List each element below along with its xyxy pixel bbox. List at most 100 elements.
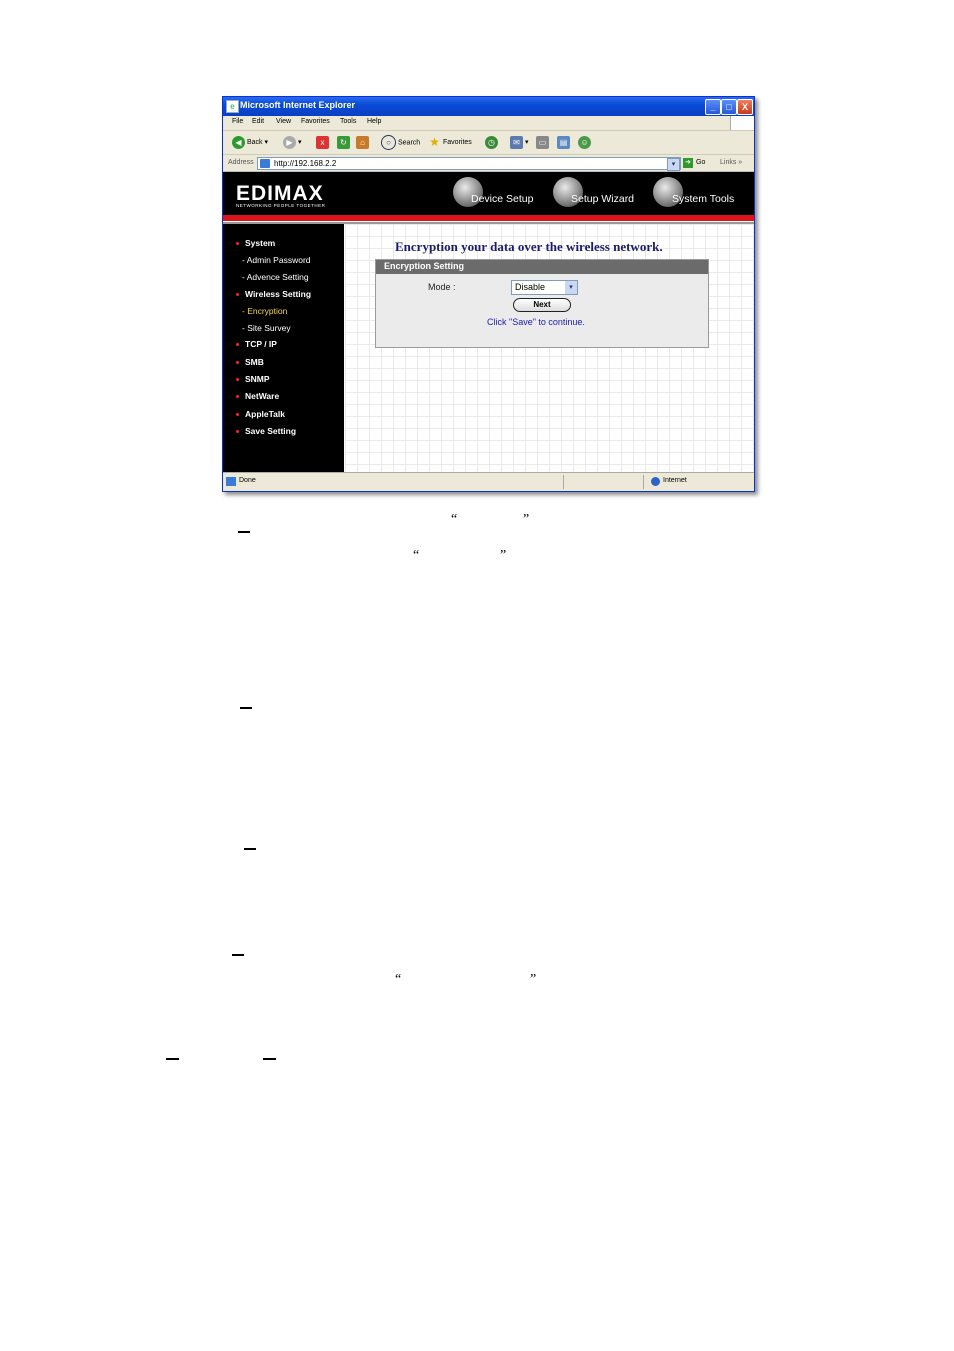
status-divider [563,475,564,489]
sidebar-item-system[interactable]: System [236,238,275,248]
dash-mark [240,707,252,709]
bullet-icon [236,293,239,297]
title-bar[interactable]: e Microsoft Internet Explorer _ □ X [223,97,754,116]
sidebar-item-netware[interactable]: NetWare [236,391,279,401]
main-content: Encryption your data over the wireless n… [345,224,754,472]
menu-tools[interactable]: Tools [340,118,356,125]
home-button[interactable]: ⌂ [356,135,371,150]
mode-select[interactable]: Disable ▾ [511,280,578,295]
open-quote: “ [413,548,420,563]
address-input[interactable]: http://192.168.2.2 [257,157,681,170]
web-page: EDIMAX NETWORKING PEOPLE TOGETHER Device… [223,172,754,472]
windows-logo-icon [730,116,754,130]
menu-favorites[interactable]: Favorites [301,118,330,125]
close-quote: ” [523,512,530,527]
forward-button[interactable]: ▶ ▾ [283,135,302,150]
status-divider [643,475,644,489]
address-label: Address [228,159,254,166]
page-done-icon [226,477,236,486]
sidebar-item-smb[interactable]: SMB [236,357,264,367]
menu-file[interactable]: File [232,118,243,125]
window-title: Microsoft Internet Explorer [240,100,356,110]
close-quote: ” [530,972,537,987]
edit-icon: ▤ [557,135,570,149]
status-bar: Done Internet [223,472,754,491]
mail-icon: ✉ [510,135,523,149]
bullet-icon [236,430,239,434]
menu-view[interactable]: View [276,118,291,125]
sidebar-item-save-setting[interactable]: Save Setting [236,426,296,436]
dash-mark [232,954,244,956]
nav-system-tools[interactable]: System Tools [672,193,734,205]
nav-device-setup[interactable]: Device Setup [471,193,533,205]
internet-zone-icon [651,477,660,486]
page-icon [260,159,270,168]
sidebar-item-tcp-ip[interactable]: TCP / IP [236,339,277,349]
zone-text: Internet [663,477,687,484]
address-url: http://192.168.2.2 [274,159,337,168]
search-icon: ○ [381,135,396,150]
encryption-panel: Encryption Setting Mode : Disable ▾ Next… [375,259,709,348]
address-bar: Address http://192.168.2.2 ▾ ➜ Go Links » [223,155,754,172]
bullet-icon [236,242,239,246]
bullet-icon [236,378,239,382]
history-button[interactable]: ◷ [485,135,500,150]
status-text: Done [239,477,256,484]
favorites-button[interactable]: ★ Favorites [428,135,472,150]
maximize-button[interactable]: □ [721,99,737,115]
refresh-icon: ↻ [337,135,350,149]
sidebar-item-admin-password[interactable]: - Admin Password [242,255,311,265]
ie-app-icon: e [226,100,239,113]
messenger-button[interactable]: ☺ [578,135,593,150]
dash-mark [244,848,256,850]
back-button[interactable]: ◀ Back ▾ [232,135,268,150]
header-red-stripe [223,215,754,221]
toolbar: ◀ Back ▾ ▶ ▾ x ↻ ⌂ ○ Search ★ Favorites ◷ ✉ ▾… [223,131,754,155]
open-quote: “ [451,512,458,527]
panel-title: Encryption Setting [384,261,465,271]
sidebar-item-appletalk[interactable]: AppleTalk [236,409,285,419]
print-icon: ▭ [536,135,549,149]
close-button[interactable]: X [737,99,753,115]
edit-button[interactable]: ▤ [557,135,572,150]
close-quote: ” [500,548,507,563]
print-button[interactable]: ▭ [536,135,551,150]
bullet-icon [236,343,239,347]
menu-edit[interactable]: Edit [252,118,264,125]
menu-bar: File Edit View Favorites Tools Help [223,116,754,131]
home-icon: ⌂ [356,135,369,149]
go-button[interactable]: ➜ Go [683,157,705,169]
menu-help[interactable]: Help [367,118,381,125]
search-button[interactable]: ○ Search [381,135,420,150]
sidebar-item-advence-setting[interactable]: - Advence Setting [242,272,309,282]
bullet-icon [236,395,239,399]
stop-button[interactable]: x [316,135,331,150]
save-hint: Click "Save" to continue. [487,317,585,327]
links-button[interactable]: Links » [720,159,742,166]
next-button[interactable]: Next [513,298,571,312]
bullet-icon [236,413,239,417]
address-dropdown-icon[interactable]: ▾ [667,158,680,171]
sidebar: System - Admin Password - Advence Settin… [223,224,344,472]
messenger-icon: ☺ [578,135,591,149]
minimize-button[interactable]: _ [705,99,721,115]
forward-arrow-icon: ▶ [283,135,296,149]
dash-mark [166,1058,179,1060]
mail-button[interactable]: ✉ ▾ [510,135,529,150]
sidebar-item-encryption[interactable]: - Encryption [242,306,287,316]
mode-label: Mode : [428,282,456,292]
chevron-down-icon[interactable]: ▾ [565,281,577,294]
sidebar-item-snmp[interactable]: SNMP [236,374,270,384]
page-header: EDIMAX NETWORKING PEOPLE TOGETHER Device… [223,172,754,215]
stop-icon: x [316,135,329,149]
go-arrow-icon: ➜ [683,158,693,168]
panel-header: Encryption Setting [376,260,708,274]
ie-window: e Microsoft Internet Explorer _ □ X File… [222,96,755,492]
dash-mark [238,531,250,533]
sidebar-item-site-survey[interactable]: - Site Survey [242,323,291,333]
refresh-button[interactable]: ↻ [337,135,352,150]
nav-setup-wizard[interactable]: Setup Wizard [571,193,634,205]
sidebar-item-wireless-setting[interactable]: Wireless Setting [236,289,311,299]
dash-mark [263,1058,276,1060]
mode-select-value: Disable [515,282,546,292]
